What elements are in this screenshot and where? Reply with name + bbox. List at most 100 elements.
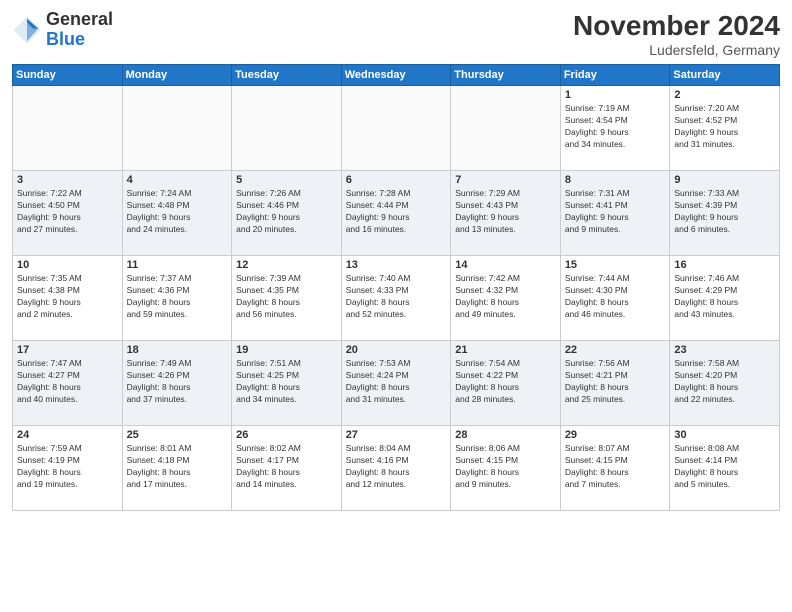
day-info: Sunrise: 8:08 AM Sunset: 4:14 PM Dayligh… [674, 443, 775, 491]
location: Ludersfeld, Germany [573, 42, 780, 58]
col-wednesday: Wednesday [341, 65, 451, 86]
day-number: 20 [346, 344, 447, 356]
calendar-cell: 20 Sunrise: 7:53 AM Sunset: 4:24 PM Dayli… [341, 341, 451, 426]
logo-text: General Blue [46, 10, 113, 50]
logo-blue: Blue [46, 30, 113, 50]
calendar-cell [122, 86, 232, 171]
day-info: Sunrise: 7:35 AM Sunset: 4:38 PM Dayligh… [17, 273, 118, 321]
calendar-cell: 27 Sunrise: 8:04 AM Sunset: 4:16 PM Dayli… [341, 426, 451, 511]
day-info: Sunrise: 7:39 AM Sunset: 4:35 PM Dayligh… [236, 273, 337, 321]
logo-icon [12, 15, 42, 45]
day-info: Sunrise: 7:51 AM Sunset: 4:25 PM Dayligh… [236, 358, 337, 406]
day-number: 24 [17, 429, 118, 441]
day-number: 5 [236, 174, 337, 186]
calendar-cell: 15 Sunrise: 7:44 AM Sunset: 4:30 PM Dayli… [560, 256, 670, 341]
day-info: Sunrise: 8:04 AM Sunset: 4:16 PM Dayligh… [346, 443, 447, 491]
col-friday: Friday [560, 65, 670, 86]
logo-general: General [46, 10, 113, 30]
calendar-cell [451, 86, 561, 171]
day-info: Sunrise: 7:46 AM Sunset: 4:29 PM Dayligh… [674, 273, 775, 321]
col-sunday: Sunday [13, 65, 123, 86]
day-number: 28 [455, 429, 556, 441]
day-info: Sunrise: 7:59 AM Sunset: 4:19 PM Dayligh… [17, 443, 118, 491]
day-info: Sunrise: 7:47 AM Sunset: 4:27 PM Dayligh… [17, 358, 118, 406]
day-number: 11 [127, 259, 228, 271]
title-block: November 2024 Ludersfeld, Germany [573, 10, 780, 58]
day-number: 13 [346, 259, 447, 271]
day-number: 10 [17, 259, 118, 271]
calendar-cell: 4 Sunrise: 7:24 AM Sunset: 4:48 PM Daylig… [122, 171, 232, 256]
week-row-3: 10 Sunrise: 7:35 AM Sunset: 4:38 PM Dayli… [13, 256, 780, 341]
day-number: 18 [127, 344, 228, 356]
day-number: 27 [346, 429, 447, 441]
day-number: 12 [236, 259, 337, 271]
day-number: 15 [565, 259, 666, 271]
calendar-cell: 17 Sunrise: 7:47 AM Sunset: 4:27 PM Dayli… [13, 341, 123, 426]
day-number: 4 [127, 174, 228, 186]
calendar-cell: 6 Sunrise: 7:28 AM Sunset: 4:44 PM Daylig… [341, 171, 451, 256]
day-info: Sunrise: 8:02 AM Sunset: 4:17 PM Dayligh… [236, 443, 337, 491]
day-number: 23 [674, 344, 775, 356]
day-number: 16 [674, 259, 775, 271]
day-info: Sunrise: 8:07 AM Sunset: 4:15 PM Dayligh… [565, 443, 666, 491]
header: General Blue November 2024 Ludersfeld, G… [12, 10, 780, 58]
week-row-2: 3 Sunrise: 7:22 AM Sunset: 4:50 PM Daylig… [13, 171, 780, 256]
calendar-cell: 5 Sunrise: 7:26 AM Sunset: 4:46 PM Daylig… [232, 171, 342, 256]
col-saturday: Saturday [670, 65, 780, 86]
calendar-cell: 28Sunrise: 8:06 AM Sunset: 4:15 PM Dayli… [451, 426, 561, 511]
day-number: 3 [17, 174, 118, 186]
calendar-cell: 8Sunrise: 7:31 AM Sunset: 4:41 PM Daylig… [560, 171, 670, 256]
calendar-cell: 9Sunrise: 7:33 AM Sunset: 4:39 PM Daylig… [670, 171, 780, 256]
day-info: Sunrise: 7:31 AM Sunset: 4:41 PM Dayligh… [565, 188, 666, 236]
day-number: 22 [565, 344, 666, 356]
calendar-cell: 10 Sunrise: 7:35 AM Sunset: 4:38 PM Dayli… [13, 256, 123, 341]
calendar-cell: 25Sunrise: 8:01 AM Sunset: 4:18 PM Dayli… [122, 426, 232, 511]
calendar-table: Sunday Monday Tuesday Wednesday Thursday… [12, 64, 780, 511]
calendar-cell: 24 Sunrise: 7:59 AM Sunset: 4:19 PM Dayli… [13, 426, 123, 511]
day-number: 25 [127, 429, 228, 441]
day-number: 6 [346, 174, 447, 186]
week-row-4: 17 Sunrise: 7:47 AM Sunset: 4:27 PM Dayli… [13, 341, 780, 426]
week-row-1: 1Sunrise: 7:19 AM Sunset: 4:54 PM Daylig… [13, 86, 780, 171]
day-info: Sunrise: 7:28 AM Sunset: 4:44 PM Dayligh… [346, 188, 447, 236]
day-info: Sunrise: 7:24 AM Sunset: 4:48 PM Dayligh… [127, 188, 228, 236]
day-number: 7 [455, 174, 556, 186]
col-thursday: Thursday [451, 65, 561, 86]
day-number: 1 [565, 89, 666, 101]
calendar-cell: 11Sunrise: 7:37 AM Sunset: 4:36 PM Dayli… [122, 256, 232, 341]
calendar-cell: 19 Sunrise: 7:51 AM Sunset: 4:25 PM Dayli… [232, 341, 342, 426]
day-info: Sunrise: 7:42 AM Sunset: 4:32 PM Dayligh… [455, 273, 556, 321]
day-number: 14 [455, 259, 556, 271]
calendar-cell: 13 Sunrise: 7:40 AM Sunset: 4:33 PM Dayli… [341, 256, 451, 341]
day-info: Sunrise: 7:29 AM Sunset: 4:43 PM Dayligh… [455, 188, 556, 236]
day-info: Sunrise: 7:44 AM Sunset: 4:30 PM Dayligh… [565, 273, 666, 321]
calendar-cell [13, 86, 123, 171]
month-title: November 2024 [573, 10, 780, 42]
calendar-header-row: Sunday Monday Tuesday Wednesday Thursday… [13, 65, 780, 86]
day-number: 29 [565, 429, 666, 441]
calendar-cell: 23 Sunrise: 7:58 AM Sunset: 4:20 PM Dayli… [670, 341, 780, 426]
calendar-cell: 16 Sunrise: 7:46 AM Sunset: 4:29 PM Dayli… [670, 256, 780, 341]
day-info: Sunrise: 7:53 AM Sunset: 4:24 PM Dayligh… [346, 358, 447, 406]
day-number: 26 [236, 429, 337, 441]
day-number: 30 [674, 429, 775, 441]
day-info: Sunrise: 7:58 AM Sunset: 4:20 PM Dayligh… [674, 358, 775, 406]
calendar-cell [232, 86, 342, 171]
page-container: General Blue November 2024 Ludersfeld, G… [0, 0, 792, 612]
calendar-cell: 14 Sunrise: 7:42 AM Sunset: 4:32 PM Dayli… [451, 256, 561, 341]
day-info: Sunrise: 7:54 AM Sunset: 4:22 PM Dayligh… [455, 358, 556, 406]
day-number: 19 [236, 344, 337, 356]
calendar-cell: 12 Sunrise: 7:39 AM Sunset: 4:35 PM Dayli… [232, 256, 342, 341]
day-info: Sunrise: 7:56 AM Sunset: 4:21 PM Dayligh… [565, 358, 666, 406]
day-number: 21 [455, 344, 556, 356]
day-info: Sunrise: 7:40 AM Sunset: 4:33 PM Dayligh… [346, 273, 447, 321]
calendar-cell: 3 Sunrise: 7:22 AM Sunset: 4:50 PM Daylig… [13, 171, 123, 256]
logo: General Blue [12, 10, 113, 50]
col-tuesday: Tuesday [232, 65, 342, 86]
day-info: Sunrise: 7:33 AM Sunset: 4:39 PM Dayligh… [674, 188, 775, 236]
day-number: 2 [674, 89, 775, 101]
day-info: Sunrise: 7:22 AM Sunset: 4:50 PM Dayligh… [17, 188, 118, 236]
calendar-cell: 29 Sunrise: 8:07 AM Sunset: 4:15 PM Dayli… [560, 426, 670, 511]
day-number: 17 [17, 344, 118, 356]
day-info: Sunrise: 7:26 AM Sunset: 4:46 PM Dayligh… [236, 188, 337, 236]
